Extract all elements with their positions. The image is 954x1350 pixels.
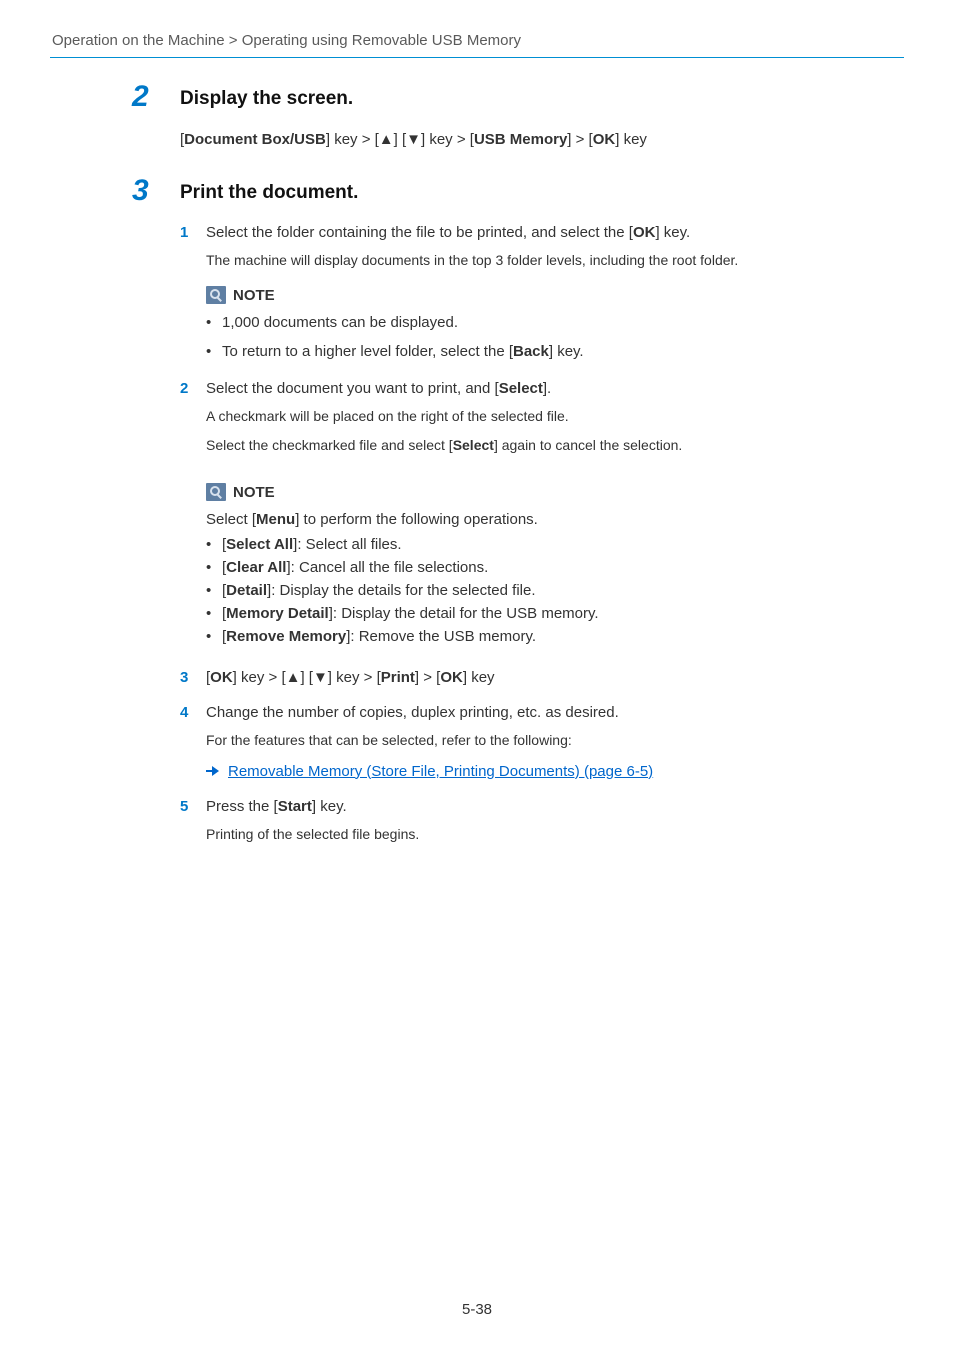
substep-3: 3 [OK] key > [▲] [▼] key > [Print] > [OK… xyxy=(180,667,904,688)
note-label: NOTE xyxy=(233,482,275,503)
link-text: Removable Memory (Store File, Printing D… xyxy=(228,761,653,782)
substep-desc: Select the checkmarked file and select [… xyxy=(206,436,904,456)
substep-1: 1 Select the folder containing the file … xyxy=(180,222,904,271)
substep-desc: Printing of the selected file begins. xyxy=(206,825,904,845)
note-icon xyxy=(206,483,226,501)
substep-number: 3 xyxy=(180,667,188,688)
step-title: Display the screen. xyxy=(180,86,904,113)
note-bullet: • 1,000 documents can be displayed. xyxy=(206,312,904,333)
page-number: 5-38 xyxy=(0,1299,954,1320)
substep-4: 4 Change the number of copies, duplex pr… xyxy=(180,702,904,751)
note-bullet: •[Select All]: Select all files. xyxy=(206,534,904,555)
substep-desc: The machine will display documents in th… xyxy=(206,251,904,271)
arrow-right-icon xyxy=(206,766,220,776)
note-box: NOTE • 1,000 documents can be displayed.… xyxy=(206,285,904,362)
substep-text: Select the document you want to print, a… xyxy=(206,378,904,399)
note-bullet: • To return to a higher level folder, se… xyxy=(206,341,904,362)
note-bullet: •[Clear All]: Cancel all the file select… xyxy=(206,557,904,578)
note-bullet: •[Remove Memory]: Remove the USB memory. xyxy=(206,626,904,647)
note-bullet: •[Detail]: Display the details for the s… xyxy=(206,580,904,601)
substep-text: Change the number of copies, duplex prin… xyxy=(206,702,904,723)
substep-number: 5 xyxy=(180,796,188,817)
note-box: NOTE Select [Menu] to perform the follow… xyxy=(206,482,904,647)
note-icon xyxy=(206,286,226,304)
substep-number: 4 xyxy=(180,702,188,723)
note-intro: Select [Menu] to perform the following o… xyxy=(206,509,904,530)
step-number: 2 xyxy=(132,76,149,118)
substep-text: [OK] key > [▲] [▼] key > [Print] > [OK] … xyxy=(206,667,904,688)
note-bullet: •[Memory Detail]: Display the detail for… xyxy=(206,603,904,624)
substep-5: 5 Press the [Start] key. Printing of the… xyxy=(180,796,904,845)
substep-text: Select the folder containing the file to… xyxy=(206,222,904,243)
substep-desc: A checkmark will be placed on the right … xyxy=(206,407,904,427)
key-sequence: [Document Box/USB] key > [▲] [▼] key > [… xyxy=(180,129,904,150)
substep-text: Press the [Start] key. xyxy=(206,796,904,817)
substep-desc: For the features that can be selected, r… xyxy=(206,731,904,751)
step-3: 3 Print the document. 1 Select the folde… xyxy=(180,180,904,845)
step-2: 2 Display the screen. [Document Box/USB]… xyxy=(180,86,904,150)
substep-number: 1 xyxy=(180,222,188,243)
cross-ref-link[interactable]: Removable Memory (Store File, Printing D… xyxy=(206,761,904,782)
divider xyxy=(50,57,904,58)
step-number: 3 xyxy=(132,170,149,212)
substep-number: 2 xyxy=(180,378,188,399)
substep-2: 2 Select the document you want to print,… xyxy=(180,378,904,456)
step-title: Print the document. xyxy=(180,180,904,207)
note-label: NOTE xyxy=(233,285,275,306)
breadcrumb: Operation on the Machine > Operating usi… xyxy=(52,30,904,51)
